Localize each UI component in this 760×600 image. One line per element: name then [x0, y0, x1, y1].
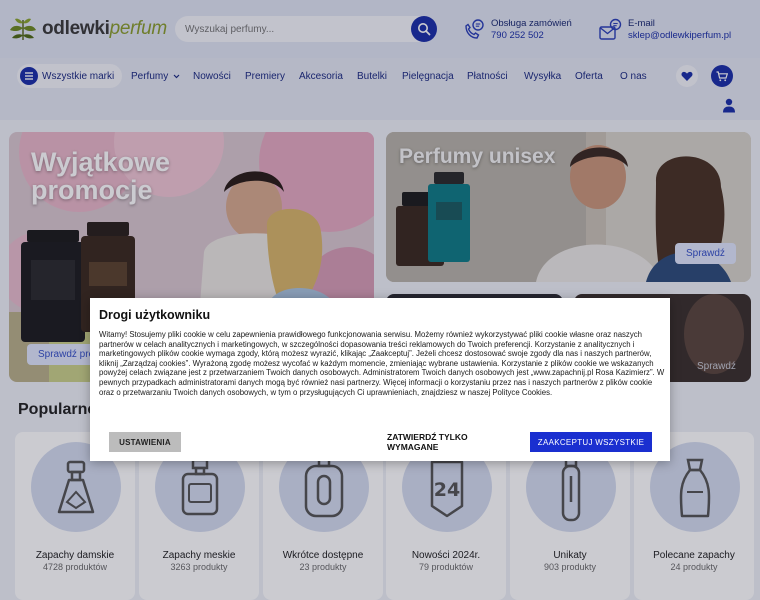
accept-all-button[interactable]: ZAAKCEPTUJ WSZYSTKIE — [530, 432, 652, 452]
cookie-settings-button[interactable]: USTAWIENIA — [109, 432, 181, 452]
cookie-dialog: Drogi użytkowniku Witamy! Stosujemy plik… — [90, 298, 670, 461]
cookie-dialog-title: Drogi użytkowniku — [99, 308, 211, 322]
cookie-dialog-text: Witamy! Stosujemy pliki cookie w celu za… — [99, 330, 665, 397]
accept-required-button[interactable]: ZATWIERDŹ TYLKO WYMAGANE — [387, 432, 520, 452]
